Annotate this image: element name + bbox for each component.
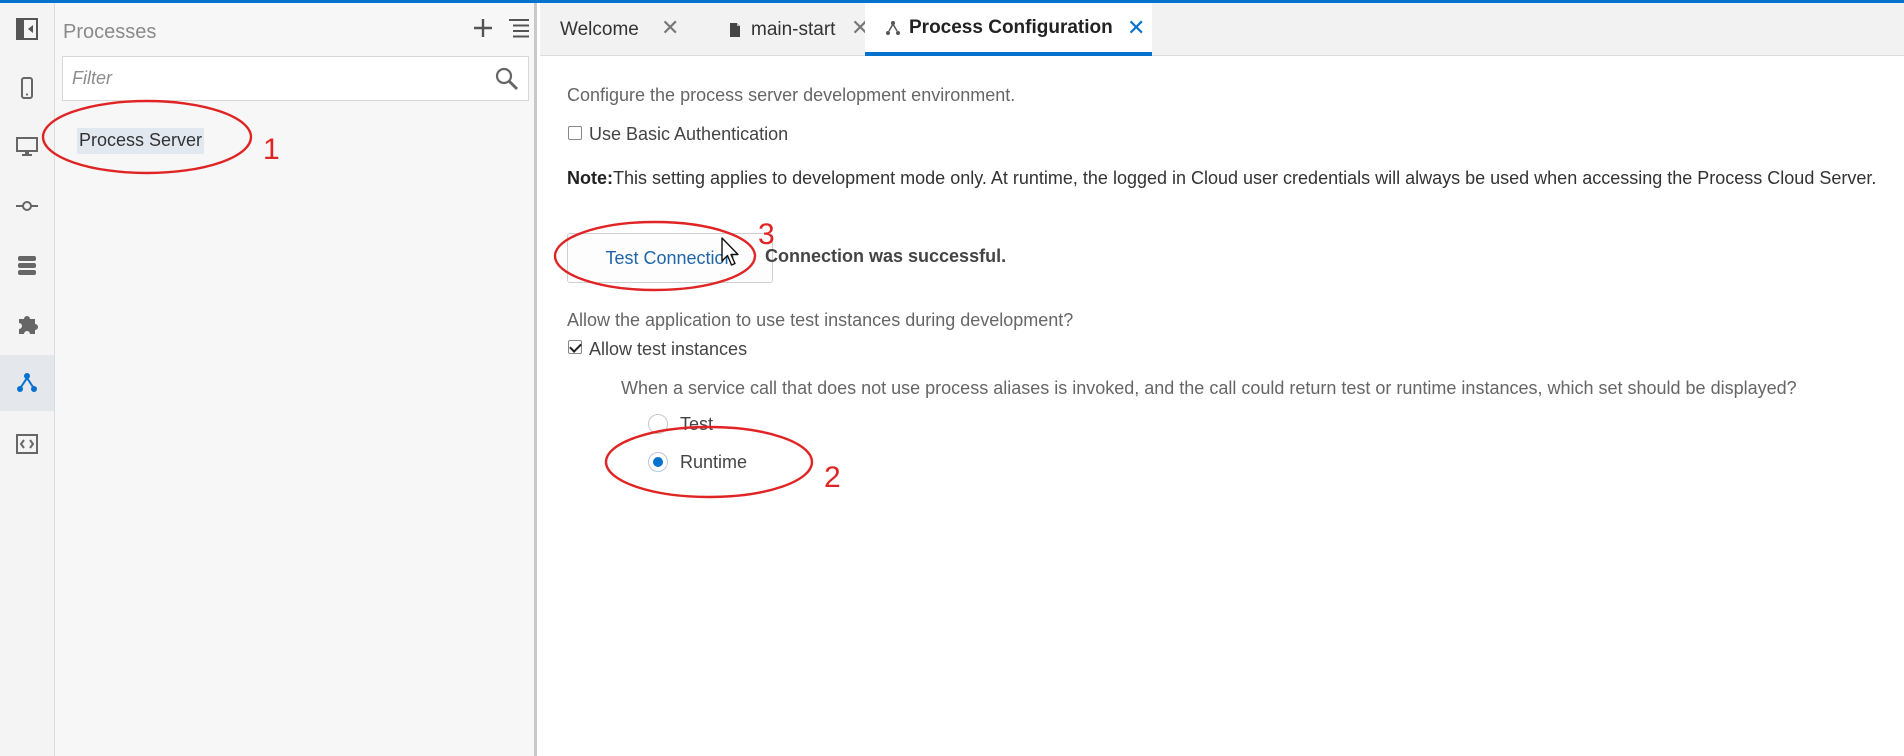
note-prefix: Note: [567,168,613,188]
toggle-panel-icon[interactable] [0,1,54,57]
process-configuration-editor: Configure the process server development… [540,56,1904,756]
puzzle-icon[interactable] [0,296,54,352]
service-call-question: When a service call that does not use pr… [621,378,1797,398]
panel-menu-button[interactable] [504,13,534,43]
plus-icon [474,19,492,37]
close-icon[interactable]: ✕ [1127,17,1145,39]
tab-bar: Welcome ✕ main-start ✕ Process Configura… [540,3,1904,56]
mobile-icon[interactable] [0,60,54,116]
close-icon[interactable]: ✕ [661,17,679,39]
process-icon [886,20,900,35]
basic-auth-checkbox[interactable] [568,126,582,140]
file-icon [730,22,740,37]
desktop-icon[interactable] [0,118,54,174]
tab-label: main-start [751,18,836,40]
note-paragraph: Note:This setting applies to development… [567,166,1887,191]
add-process-button[interactable] [468,13,498,43]
service-icon[interactable] [0,178,54,234]
icon-rail [0,3,55,756]
tab-process-configuration[interactable]: Process Configuration ✕ [865,3,1152,56]
tab-welcome[interactable]: Welcome ✕ [540,3,707,56]
tab-main-start[interactable]: main-start ✕ [707,3,879,56]
filter-field [62,56,529,101]
test-instances-question: Allow the application to use test instan… [567,310,1074,330]
code-icon[interactable] [0,416,54,472]
annotation-number-3: 3 [758,218,775,251]
panel-title: Processes [63,21,157,43]
allow-test-instances-checkbox[interactable] [568,340,582,354]
basic-auth-label: Use Basic Authentication [589,124,789,144]
radio-runtime-label: Runtime [680,452,748,472]
processes-panel: Processes Process Server [55,3,537,756]
annotation-number-2: 2 [824,461,841,494]
filter-input[interactable] [63,57,528,100]
test-connection-button[interactable]: Test Connection [567,233,773,283]
annotation-number-1: 1 [263,133,280,166]
connection-status: Connection was successful. [765,246,1007,266]
radio-test-label: Test [680,414,714,434]
processes-icon[interactable] [0,355,54,411]
tab-label: Process Configuration [909,16,1113,38]
list-menu-icon [509,19,529,38]
allow-test-instances-label: Allow test instances [589,339,748,359]
radio-test[interactable] [648,414,668,434]
radio-runtime[interactable] [648,452,668,472]
intro-text: Configure the process server development… [567,85,1016,105]
tree-item-process-server[interactable]: Process Server [77,128,205,154]
mouse-cursor-icon [721,237,739,266]
tab-label: Welcome [560,18,639,40]
search-icon[interactable] [494,66,520,92]
note-text: This setting applies to development mode… [613,168,1877,188]
panel-actions [468,13,534,43]
database-icon[interactable] [0,237,54,293]
